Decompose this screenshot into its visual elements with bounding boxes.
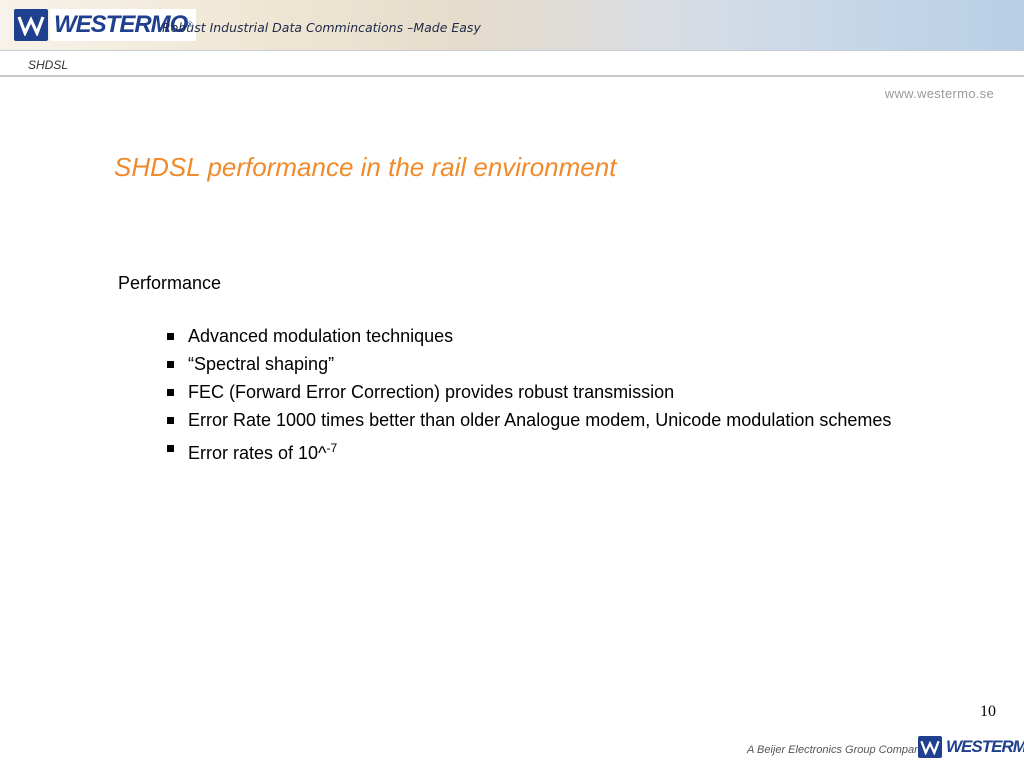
slide-title: SHDSL performance in the rail environmen…	[114, 152, 617, 182]
bullet-text: “Spectral shaping”	[188, 354, 335, 374]
bullet-list: Advanced modulation techniques “Spectral…	[160, 325, 900, 470]
section-label: SHDSL	[28, 58, 69, 72]
header-banner: WESTERMO ® Robust Industrial Data Comminc…	[0, 0, 1024, 51]
square-bullet-icon	[167, 361, 174, 368]
square-bullet-icon	[167, 389, 174, 396]
bullet-item: Error rates of 10^-7	[160, 437, 900, 465]
westermo-w-icon	[918, 736, 942, 758]
subheading: Performance	[118, 273, 222, 293]
bullet-text: FEC (Forward Error Correction) provides …	[188, 382, 675, 402]
footer-westermo-logo: WESTERMO®	[918, 736, 1024, 758]
tagline: Robust Industrial Data Commincations –Ma…	[162, 20, 481, 35]
bullet-text: Advanced modulation techniques	[188, 326, 454, 346]
page-number: 10	[980, 703, 996, 720]
bullet-item: Advanced modulation techniques	[160, 325, 900, 348]
bullet-item: FEC (Forward Error Correction) provides …	[160, 381, 900, 404]
square-bullet-icon	[167, 333, 174, 340]
website-url: www.westermo.se	[884, 86, 994, 101]
bullet-item: “Spectral shaping”	[160, 353, 900, 376]
footer-company: A Beijer Electronics Group Company	[747, 744, 926, 756]
section-bar: SHDSL	[0, 51, 1024, 77]
bullet-text: Error Rate 1000 times better than older …	[188, 410, 892, 430]
westermo-w-icon	[14, 9, 48, 41]
bullet-item: Error Rate 1000 times better than older …	[160, 409, 900, 432]
square-bullet-icon	[167, 445, 174, 452]
bullet-text: Error rates of 10^	[188, 443, 327, 463]
bullet-superscript: -7	[326, 441, 338, 455]
square-bullet-icon	[167, 417, 174, 424]
westermo-wordmark: WESTERMO®	[944, 736, 1024, 758]
